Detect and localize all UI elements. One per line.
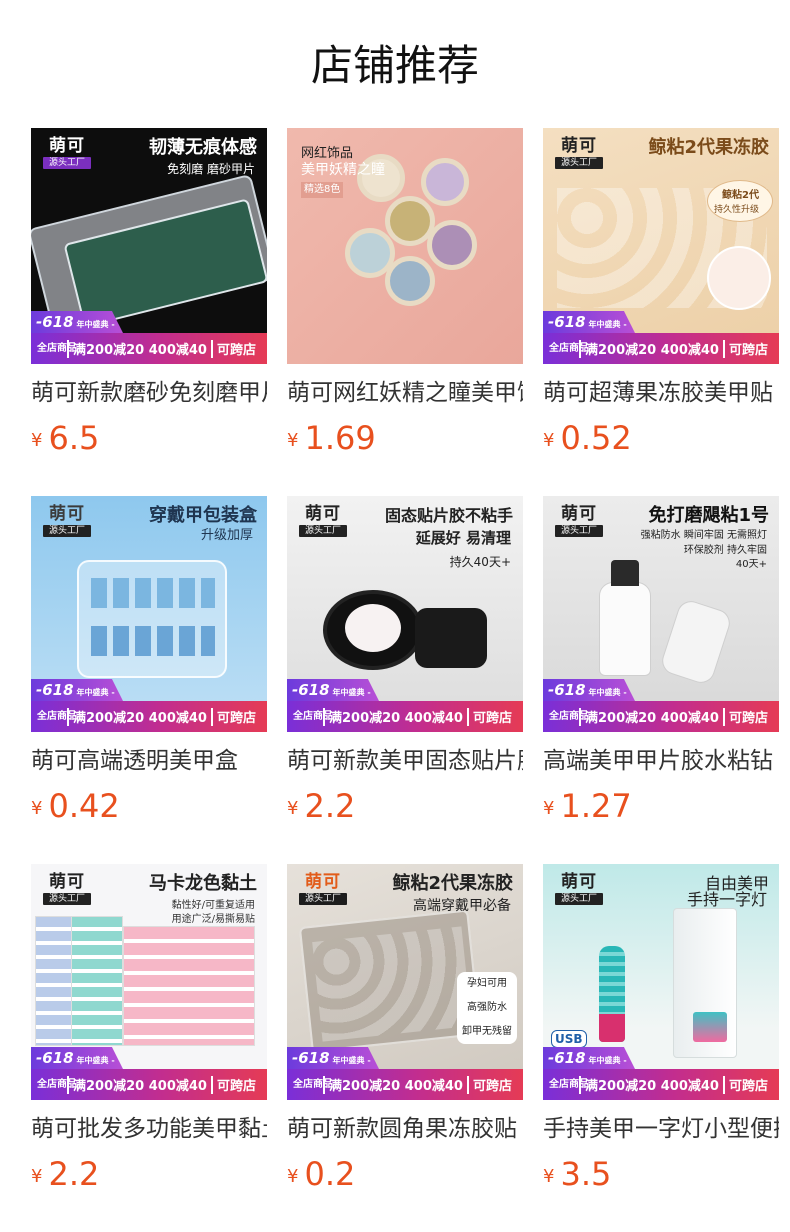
thumb-subtitle: 高端穿戴甲必备: [413, 898, 511, 914]
product-price: ¥6.5: [31, 419, 100, 457]
promo-618-badge: -618 年中盛典 -: [543, 1047, 635, 1069]
promo-618-badge: -618 年中盛典 -: [31, 311, 123, 333]
product-price: ¥1.69: [287, 419, 376, 457]
promo-618-badge: -618 年中盛典 -: [31, 679, 123, 701]
brand-logo: 萌可 源头工厂: [553, 504, 605, 537]
thumb-subtitle: 免刻磨 磨砂甲片: [167, 162, 255, 176]
product-title[interactable]: 萌可超薄果冻胶美甲贴: [543, 376, 779, 410]
thumb-headline: 马卡龙色黏土: [149, 873, 257, 894]
thumb-headline: 固态贴片胶不粘手: [384, 506, 513, 525]
thumb-subtitle: 手持一字灯: [686, 890, 767, 909]
product-image[interactable]: 萌可 源头工厂 鲸粘2代果冻胶 鲸粘2代 持久性升级 -618 年中盛典 - 全店商…: [543, 128, 779, 364]
product-card[interactable]: 萌可 源头工厂 韧薄无痕体感 免刻磨 磨砂甲片 -618 年中盛典 - 全店商品 满2…: [31, 128, 267, 458]
product-title[interactable]: 萌可新款圆角果冻胶贴: [287, 1112, 523, 1146]
product-image[interactable]: 萌可 源头工厂 韧薄无痕体感 免刻磨 磨砂甲片 -618 年中盛典 - 全店商品 满2…: [31, 128, 267, 364]
thumb-headline: 穿戴甲包装盒: [149, 505, 257, 526]
thumb-tag: USB: [551, 1030, 587, 1048]
product-title[interactable]: 手持美甲一字灯小型便携: [543, 1112, 779, 1146]
product-title[interactable]: 萌可新款美甲固态贴片胶: [287, 744, 523, 778]
product-title[interactable]: 高端美甲甲片胶水粘钻: [543, 744, 779, 778]
thumb-headline: 鲸粘2代果冻胶: [392, 873, 513, 894]
promo-banner: 全店商品 满200减20 400减40 可跨店: [31, 701, 267, 732]
promo-banner: 全店商品 满200减20 400减40 可跨店: [543, 701, 779, 732]
product-price: ¥1.27: [543, 787, 632, 825]
promo-banner: 全店商品 满200减20 400减40 可跨店: [543, 333, 779, 364]
thumb-subtitle: 美甲妖精之瞳: [301, 162, 385, 178]
promo-banner: 全店商品 满200减20 400减40 可跨店: [31, 1069, 267, 1100]
product-card[interactable]: 萌可 源头工厂 马卡龙色黏土 黏性好/可重复适用 用途广泛/易撕易贴 -618 年中…: [31, 864, 267, 1194]
product-card[interactable]: 萌可 源头工厂 免打磨飓粘1号 强粘防水 瞬间牢固 无需照灯 环保胶剂 持久牢固4…: [543, 496, 779, 826]
promo-banner: 全店商品 满200减20 400减40 可跨店: [31, 333, 267, 364]
page-title: 店铺推荐: [310, 41, 479, 90]
promo-banner: 全店商品 满200减20 400减40 可跨店: [543, 1069, 779, 1100]
brand-logo: 萌可 源头工厂: [297, 872, 349, 905]
product-image[interactable]: 萌可 源头工厂 马卡龙色黏土 黏性好/可重复适用 用途广泛/易撕易贴 -618 年中…: [31, 864, 267, 1100]
thumb-subtitle: 强粘防水 瞬间牢固 无需照灯: [640, 530, 767, 541]
product-title[interactable]: 萌可批发多功能美甲黏土: [31, 1112, 267, 1146]
thumb-subtitle: 延展好 易清理: [415, 529, 511, 547]
promo-618-badge: -618 年中盛典 -: [31, 1047, 123, 1069]
product-price: ¥2.2: [287, 787, 356, 825]
thumb-headline: 韧薄无痕体感: [149, 137, 257, 158]
brand-logo: 萌可 源头工厂: [41, 872, 93, 905]
thumb-headline: 免打磨飓粘1号: [648, 505, 769, 526]
product-price: ¥3.5: [543, 1155, 612, 1193]
product-image[interactable]: 萌可 源头工厂 固态贴片胶不粘手 延展好 易清理 持久40天+ -618 年中盛典 …: [287, 496, 523, 732]
promo-618-badge: -618 年中盛典 -: [287, 1047, 379, 1069]
product-price: ¥2.2: [31, 1155, 100, 1193]
brand-logo: 萌可 源头工厂: [553, 136, 605, 169]
thumb-tag: 用途广泛/易撕易贴: [171, 914, 255, 925]
thumb-subtitle: 升级加厚: [200, 528, 253, 543]
thumb-headline: 鲸粘2代果冻胶: [648, 137, 769, 158]
promo-618-badge: -618 年中盛典 -: [287, 679, 379, 701]
product-card[interactable]: 萌可 源头工厂 固态贴片胶不粘手 延展好 易清理 持久40天+ -618 年中盛典 …: [287, 496, 523, 826]
thumb-tag: 孕妇可用 高强防水 卸甲无残留: [457, 972, 517, 1044]
promo-618-badge: -618 年中盛典 -: [543, 679, 635, 701]
thumb-tag: 精选8色: [301, 182, 344, 198]
promo-banner: 全店商品 满200减20 400减40 可跨店: [287, 701, 523, 732]
product-price: ¥0.42: [31, 787, 120, 825]
product-card[interactable]: 萌可 源头工厂 鲸粘2代果冻胶 高端穿戴甲必备 孕妇可用 高强防水 卸甲无残留 -…: [287, 864, 523, 1194]
promo-banner: 全店商品 满200减20 400减40 可跨店: [287, 1069, 523, 1100]
product-image[interactable]: 萌可 源头工厂 自由美甲 手持一字灯 USB -618 年中盛典 - 全店商品 满20…: [543, 864, 779, 1100]
product-title[interactable]: 萌可网红妖精之瞳美甲饰品: [287, 376, 523, 410]
brand-logo: 萌可 源头工厂: [553, 872, 605, 905]
promo-618-badge: -618 年中盛典 -: [543, 311, 635, 333]
brand-logo: 萌可 源头工厂: [41, 504, 93, 537]
product-card[interactable]: 萌可 源头工厂 穿戴甲包装盒 升级加厚 -618 年中盛典 - 全店商品 满200减2…: [31, 496, 267, 826]
product-price: ¥0.52: [543, 419, 632, 457]
product-image[interactable]: 萌可 源头工厂 穿戴甲包装盒 升级加厚 -618 年中盛典 - 全店商品 满200减2…: [31, 496, 267, 732]
thumb-tag: 持久性升级: [713, 205, 759, 215]
thumb-tag: 持久40天+: [449, 555, 511, 569]
product-image[interactable]: 网红饰品 美甲妖精之瞳 精选8色: [287, 128, 523, 364]
product-image[interactable]: 萌可 源头工厂 免打磨飓粘1号 强粘防水 瞬间牢固 无需照灯 环保胶剂 持久牢固4…: [543, 496, 779, 732]
product-price: ¥0.2: [287, 1155, 356, 1193]
product-image[interactable]: 萌可 源头工厂 鲸粘2代果冻胶 高端穿戴甲必备 孕妇可用 高强防水 卸甲无残留 -…: [287, 864, 523, 1100]
brand-logo: 萌可 源头工厂: [297, 504, 349, 537]
product-card[interactable]: 萌可 源头工厂 鲸粘2代果冻胶 鲸粘2代 持久性升级 -618 年中盛典 - 全店商…: [543, 128, 779, 458]
product-title[interactable]: 萌可高端透明美甲盒: [31, 744, 267, 778]
brand-logo: 萌可 源头工厂: [41, 136, 93, 169]
product-card[interactable]: 网红饰品 美甲妖精之瞳 精选8色 萌可网红妖精之瞳美甲饰品 ¥1.69: [287, 128, 523, 458]
product-card[interactable]: 萌可 源头工厂 自由美甲 手持一字灯 USB -618 年中盛典 - 全店商品 满20…: [543, 864, 779, 1194]
thumb-tag: 环保胶剂 持久牢固40天+: [683, 545, 767, 570]
product-title[interactable]: 萌可新款磨砂免刻磨甲片: [31, 376, 267, 410]
